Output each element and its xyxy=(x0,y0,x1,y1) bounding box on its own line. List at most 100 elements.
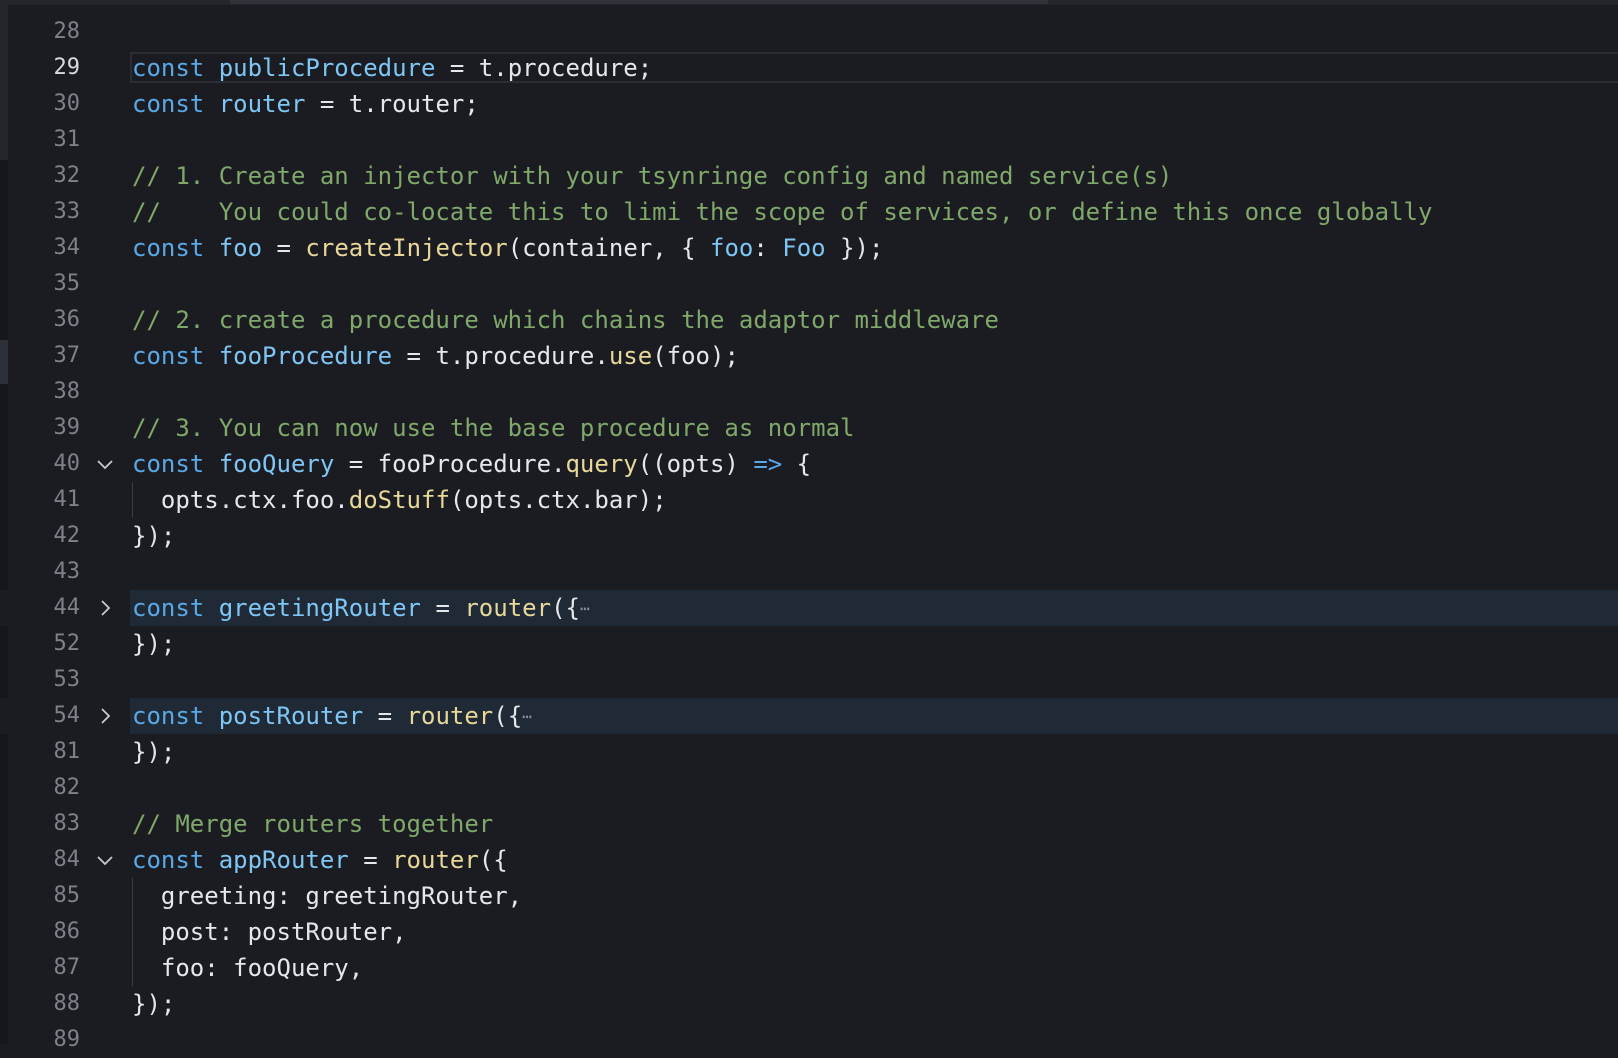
code-token: ({ xyxy=(551,594,580,622)
code-token: router xyxy=(464,594,552,622)
code-line[interactable]: 84 const appRouter = router({ xyxy=(0,842,1618,878)
line-number: 43 xyxy=(53,559,81,584)
code-text[interactable]: // Merge routers together xyxy=(132,806,493,842)
code-line[interactable]: 43 xyxy=(0,554,1618,590)
code-token: ({ xyxy=(478,846,508,874)
code-line[interactable]: 34 const foo = createInjector(container, … xyxy=(0,230,1618,266)
line-number: 28 xyxy=(53,19,81,44)
code-text[interactable]: post: postRouter, xyxy=(132,914,407,950)
line-number: 39 xyxy=(53,415,81,440)
code-token: postRouter xyxy=(218,702,364,730)
line-number: 88 xyxy=(53,991,81,1016)
code-text[interactable]: foo: fooQuery, xyxy=(132,950,363,986)
code-text[interactable]: const router = t.router; xyxy=(132,86,479,122)
code-text[interactable]: // You could co-locate this to limi the … xyxy=(132,194,1432,230)
code-line[interactable]: 52}); xyxy=(0,626,1618,662)
code-token: = xyxy=(262,234,306,262)
code-line[interactable]: 85 greeting: greetingRouter, xyxy=(0,878,1618,914)
code-text[interactable]: // 2. create a procedure which chains th… xyxy=(132,302,999,338)
fold-chevron-down-icon[interactable] xyxy=(96,851,114,869)
code-token: = xyxy=(348,846,393,874)
code-line[interactable]: 53 xyxy=(0,662,1618,698)
code-line[interactable]: 54 const postRouter = router({⋯ xyxy=(0,698,1618,734)
code-line[interactable]: 40 const fooQuery = fooProcedure.query((o… xyxy=(0,446,1618,482)
folded-ellipsis-icon[interactable]: ⋯ xyxy=(522,707,532,726)
code-token: }); xyxy=(132,738,176,766)
code-line[interactable]: 44 const greetingRouter = router({⋯ xyxy=(0,590,1618,626)
code-line[interactable]: 83 // Merge routers together xyxy=(0,806,1618,842)
code-text[interactable]: }); xyxy=(132,518,175,554)
code-line[interactable]: 38 xyxy=(0,374,1618,410)
code-line[interactable]: 87 foo: fooQuery, xyxy=(0,950,1618,986)
line-number: 37 xyxy=(53,343,81,368)
code-token: = t.router; xyxy=(305,90,479,118)
code-text[interactable]: greeting: greetingRouter, xyxy=(132,878,522,914)
code-text[interactable]: // 1. Create an injector with your tsynr… xyxy=(132,158,1172,194)
line-number: 34 xyxy=(53,235,81,260)
code-text[interactable]: const appRouter = router({ xyxy=(132,842,508,878)
code-token: (opts.ctx.bar); xyxy=(449,486,667,514)
code-token: opts.ctx.foo. xyxy=(132,486,349,514)
line-number: 31 xyxy=(53,127,81,152)
code-token: ((opts) xyxy=(637,450,754,478)
code-token: // You could co-locate this to limi the … xyxy=(132,198,1433,226)
code-text[interactable]: const greetingRouter = router({⋯ xyxy=(132,590,590,627)
code-token: = t.procedure; xyxy=(435,54,653,82)
code-line[interactable]: 81}); xyxy=(0,734,1618,770)
code-line[interactable]: 29 const publicProcedure = t.procedure; xyxy=(0,50,1618,86)
code-text[interactable]: }); xyxy=(132,734,175,770)
fold-chevron-right-icon[interactable] xyxy=(96,599,114,617)
code-line[interactable]: 86 post: postRouter, xyxy=(0,914,1618,950)
code-line[interactable]: 36 // 2. create a procedure which chains … xyxy=(0,302,1618,338)
line-number: 82 xyxy=(53,775,81,800)
code-token: appRouter xyxy=(218,846,349,874)
code-line[interactable]: 37 const fooProcedure = t.procedure.use(f… xyxy=(0,338,1618,374)
code-text[interactable]: const fooProcedure = t.procedure.use(foo… xyxy=(132,338,739,374)
code-token: = fooProcedure. xyxy=(334,450,566,478)
code-line[interactable]: 42}); xyxy=(0,518,1618,554)
code-token: greetingRouter xyxy=(218,594,421,622)
code-token: // 1. Create an injector with your tsynr… xyxy=(132,162,1173,190)
code-line[interactable]: 41 opts.ctx.foo.doStuff(opts.ctx.bar); xyxy=(0,482,1618,518)
code-text[interactable]: opts.ctx.foo.doStuff(opts.ctx.bar); xyxy=(132,482,667,518)
line-number: 36 xyxy=(53,307,81,332)
code-text[interactable]: const publicProcedure = t.procedure; xyxy=(132,50,652,86)
code-line[interactable]: 33 // You could co-locate this to limi th… xyxy=(0,194,1618,230)
code-token: const xyxy=(132,594,205,622)
code-line[interactable]: 30 const router = t.router; xyxy=(0,86,1618,122)
code-text[interactable]: const foo = createInjector(container, { … xyxy=(132,230,883,266)
fold-chevron-down-icon[interactable] xyxy=(96,455,114,473)
code-line[interactable]: 35 xyxy=(0,266,1618,302)
code-text[interactable]: }); xyxy=(132,986,175,1022)
code-line[interactable]: 39 // 3. You can now use the base procedu… xyxy=(0,410,1618,446)
code-text[interactable]: const postRouter = router({⋯ xyxy=(132,698,532,735)
line-number: 52 xyxy=(53,631,81,656)
code-line[interactable]: 31 xyxy=(0,122,1618,158)
code-line[interactable]: 88}); xyxy=(0,986,1618,1022)
code-editor[interactable]: 28 29 const publicProcedure = t.procedure;… xyxy=(0,0,1618,1052)
fold-chevron-right-icon[interactable] xyxy=(96,707,114,725)
code-token: const xyxy=(132,90,205,118)
code-token: }); xyxy=(132,990,176,1018)
line-number: 83 xyxy=(53,811,81,836)
code-token: publicProcedure xyxy=(218,54,436,82)
code-token: greeting: greetingRouter, xyxy=(132,882,523,910)
code-text[interactable]: }); xyxy=(132,626,175,662)
horizontal-scrollbar-thumb[interactable] xyxy=(230,0,1048,4)
code-line[interactable]: 32 // 1. Create an injector with your tsy… xyxy=(0,158,1618,194)
folded-ellipsis-icon[interactable]: ⋯ xyxy=(580,599,590,618)
code-text[interactable]: const fooQuery = fooProcedure.query((opt… xyxy=(132,446,811,482)
code-line[interactable]: 89 xyxy=(0,1022,1618,1058)
code-line[interactable]: 28 xyxy=(0,14,1618,50)
code-line[interactable]: 82 xyxy=(0,770,1618,806)
code-token: post: postRouter, xyxy=(132,918,407,946)
code-token: }); xyxy=(825,234,884,262)
line-number: 84 xyxy=(53,847,81,872)
code-text[interactable]: // 3. You can now use the base procedure… xyxy=(132,410,854,446)
code-token: const xyxy=(132,54,205,82)
code-lines[interactable]: 28 29 const publicProcedure = t.procedure;… xyxy=(0,14,1618,1058)
code-token: foo: fooQuery, xyxy=(132,954,364,982)
